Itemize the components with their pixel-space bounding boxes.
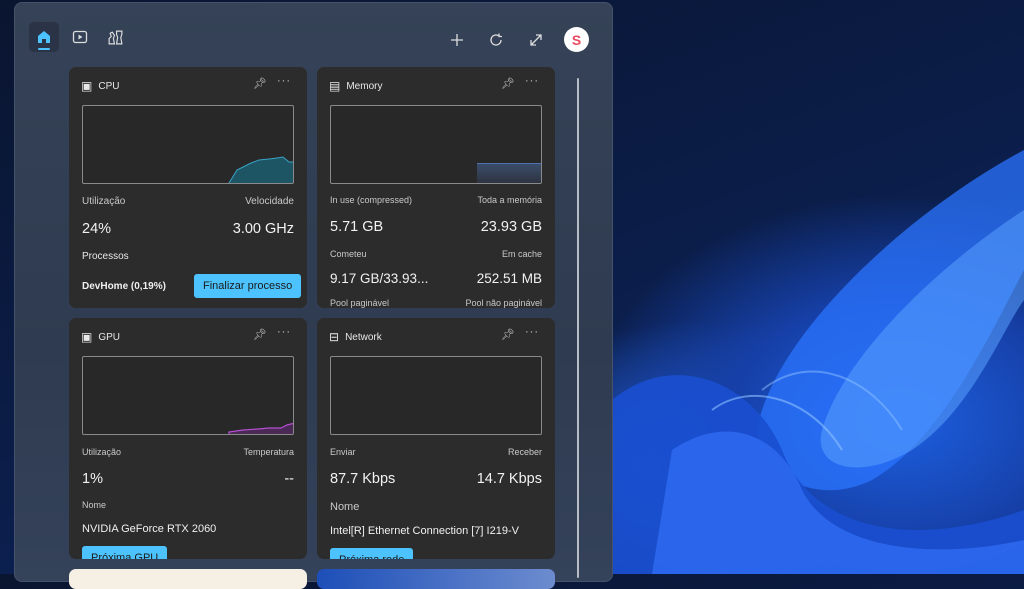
add-widget-button[interactable] <box>442 25 472 55</box>
in-use-value: 5.71 GB <box>330 219 384 235</box>
adapter-name: Intel[R] Ethernet Connection [7] I219-V <box>330 525 519 537</box>
scrollbar[interactable] <box>577 78 579 578</box>
pin-icon[interactable]: 📌︎ <box>253 77 267 90</box>
send-value: 87.7 Kbps <box>330 471 396 487</box>
tab-media[interactable] <box>65 22 95 52</box>
widgets-panel: S ▣ CPU 📌︎ ··· Utilização Velocidade 24% 3… <box>14 2 613 589</box>
cpu-icon: ▣ <box>81 79 93 93</box>
tab-home[interactable] <box>29 22 59 52</box>
send-label: Enviar <box>330 447 356 457</box>
network-widget: ⊟ Network 📌︎ ··· Enviar Receber 87.7 Kbps … <box>317 318 555 559</box>
speed-value: 3.00 GHz <box>232 221 294 237</box>
speed-label: Velocidade <box>245 196 294 207</box>
memory-icon: ▤ <box>329 79 341 93</box>
widget-title: Network <box>345 331 382 343</box>
play-icon <box>72 30 88 44</box>
paged-pool-label: Pool paginável <box>330 298 390 308</box>
cpu-widget: ▣ CPU 📌︎ ··· Utilização Velocidade 24% 3.0… <box>69 67 307 308</box>
widget-title: CPU <box>98 80 120 92</box>
widget-title: Memory <box>346 80 383 92</box>
temperature-value: -- <box>284 471 294 487</box>
next-widget-card <box>69 569 307 589</box>
receive-value: 14.7 Kbps <box>476 471 542 487</box>
memory-usage-graph <box>330 105 542 184</box>
committed-value: 9.17 GB/33.93... <box>330 271 429 286</box>
cached-value: 252.51 MB <box>476 271 542 286</box>
refresh-button[interactable] <box>481 25 511 55</box>
processes-label: Processos <box>82 251 129 262</box>
more-options-icon[interactable]: ··· <box>525 75 539 87</box>
gpu-widget: ▣ GPU 📌︎ ··· Utilização Temperatura 1% -- … <box>69 318 307 559</box>
expand-icon <box>530 34 542 46</box>
utilization-value: 1% <box>82 471 103 487</box>
in-use-label: In use (compressed) <box>330 195 413 205</box>
cached-label: Em cache <box>501 249 542 259</box>
wallpaper-bloom <box>612 150 1024 574</box>
memory-widget: ▤ Memory 📌︎ ··· In use (compressed) Toda a… <box>317 67 555 308</box>
chess-icon <box>108 30 123 44</box>
total-memory-label: Toda a memória <box>477 195 542 205</box>
name-label: Nome <box>330 501 360 513</box>
next-network-button[interactable]: Próxima rede <box>330 548 414 559</box>
end-process-button[interactable]: Finalizar processo <box>194 274 302 298</box>
utilization-label: Utilização <box>82 196 126 207</box>
cpu-usage-graph <box>82 105 294 184</box>
pin-icon[interactable]: 📌︎ <box>253 328 267 341</box>
gpu-icon: ▣ <box>81 330 93 344</box>
top-process: DevHome (0,19%) <box>82 281 166 292</box>
nonpaged-pool-label: Pool não paginável <box>465 298 542 308</box>
gpu-name: NVIDIA GeForce RTX 2060 <box>82 523 217 535</box>
avatar[interactable]: S <box>564 27 589 52</box>
more-options-icon[interactable]: ··· <box>277 326 291 338</box>
receive-label: Receber <box>507 447 542 457</box>
name-label: Nome <box>82 500 107 510</box>
plus-icon <box>451 34 463 46</box>
total-memory-value: 23.93 GB <box>480 219 542 235</box>
committed-label: Cometeu <box>330 249 367 259</box>
temperature-label: Temperatura <box>243 447 294 457</box>
tab-games[interactable] <box>100 22 130 52</box>
network-icon: ⊟ <box>329 330 340 344</box>
gpu-usage-graph <box>82 356 294 435</box>
pin-icon[interactable]: 📌︎ <box>501 77 515 90</box>
next-widget-card <box>317 569 555 589</box>
network-usage-graph <box>330 356 542 435</box>
more-options-icon[interactable]: ··· <box>525 326 539 338</box>
expand-button[interactable] <box>521 25 551 55</box>
utilization-value: 24% <box>82 221 112 237</box>
pin-icon[interactable]: 📌︎ <box>501 328 515 341</box>
refresh-icon <box>490 33 502 46</box>
utilization-label: Utilização <box>82 447 122 457</box>
next-gpu-button[interactable]: Próxima GPU <box>82 546 168 559</box>
more-options-icon[interactable]: ··· <box>277 75 291 87</box>
widget-title: GPU <box>98 331 121 343</box>
home-icon <box>38 31 50 43</box>
